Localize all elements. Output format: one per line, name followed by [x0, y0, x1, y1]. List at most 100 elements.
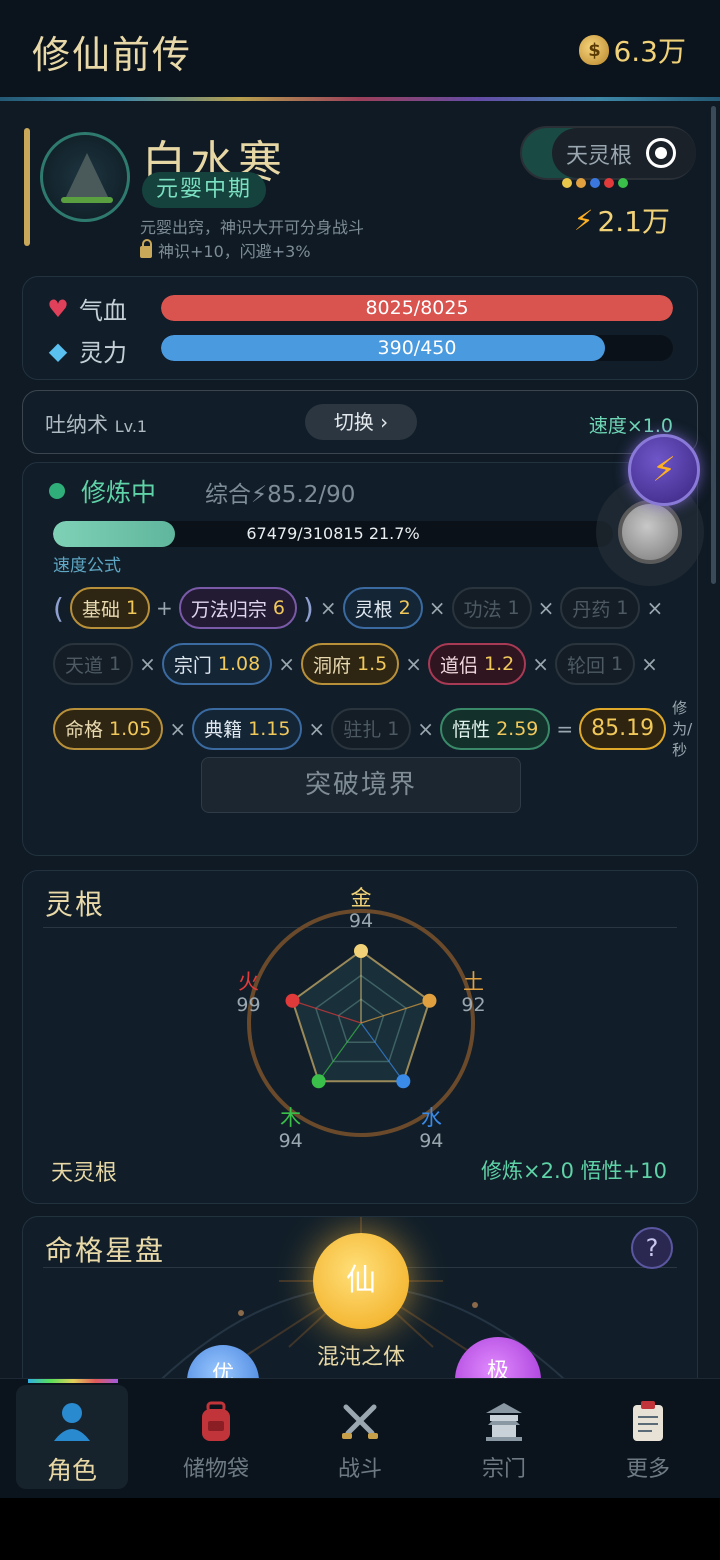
- factor-name: 灵根: [354, 598, 393, 621]
- factor-value: 2.59: [496, 717, 539, 740]
- formula-factor-pill[interactable]: 驻扎 1: [331, 707, 412, 750]
- hp-row: ♥ 气血: [43, 291, 127, 326]
- combat-power: ⚡ 2.1万: [574, 200, 670, 240]
- factor-value: 6: [272, 597, 285, 619]
- nav-tab[interactable]: 更多: [592, 1385, 704, 1489]
- formula-factor-pill[interactable]: 万法归宗 6: [178, 587, 297, 629]
- formula-factor-pill[interactable]: 典籍 1.15: [192, 707, 303, 750]
- cultivation-progress-bar: 67479/310815 21.7%: [53, 521, 613, 547]
- radar-point-木: [311, 1074, 326, 1089]
- temple-icon: [482, 1399, 526, 1443]
- lightning-fab-button[interactable]: ⚡: [628, 434, 700, 506]
- root-element-dots: [562, 178, 628, 188]
- nav-tab[interactable]: 储物袋: [160, 1385, 272, 1489]
- radar-element-value: 94: [279, 1130, 303, 1152]
- formula-factor-pill[interactable]: 宗门 1.08: [161, 643, 273, 685]
- formula-factor-pill[interactable]: 天道 1: [53, 643, 134, 685]
- mp-bar: 390/450: [161, 335, 673, 361]
- formula-factor-pill[interactable]: 道侣 1.2: [427, 643, 527, 685]
- technique-title: 吐纳术: [45, 413, 108, 437]
- factor-value: 1.08: [217, 653, 261, 675]
- cultivation-progress-text: 67479/310815 21.7%: [246, 524, 420, 543]
- factor-name: 天道: [65, 654, 104, 677]
- factor-name: 命格: [65, 719, 104, 741]
- backpack-icon: [194, 1399, 238, 1443]
- element-dot: [604, 178, 614, 188]
- target-icon[interactable]: [646, 138, 676, 168]
- formula-operator: (: [53, 591, 64, 625]
- cultivation-status: 修炼中: [81, 478, 157, 507]
- nav-tab[interactable]: 角色: [16, 1385, 128, 1489]
- formula-operator: ×: [641, 652, 658, 676]
- factor-value: 85.19: [591, 716, 655, 741]
- nav-tab[interactable]: 宗门: [448, 1385, 560, 1489]
- radar-point-水: [396, 1074, 411, 1089]
- formula-operator: ×: [428, 596, 446, 620]
- technique-panel: 吐纳术 Lv.1 切换 › 速度×1.0: [22, 390, 698, 454]
- switch-technique-button[interactable]: 切换 ›: [305, 404, 417, 440]
- formula-factor-pill[interactable]: 悟性 2.59: [440, 707, 551, 750]
- lock-icon: [140, 239, 152, 258]
- radar-element-value: 99: [236, 994, 260, 1016]
- element-dot: [590, 178, 600, 188]
- factor-name: 驻扎: [343, 719, 382, 741]
- heart-icon: ♥: [47, 294, 69, 323]
- formula-factor-pill[interactable]: 轮回 1: [554, 643, 636, 685]
- formula-factor-pill[interactable]: 基础 1: [69, 587, 151, 629]
- spirit-root-name: 天灵根: [51, 1161, 118, 1186]
- joystick-knob[interactable]: [618, 500, 682, 564]
- nav-tab[interactable]: 战斗: [304, 1385, 416, 1489]
- factor-value: 1: [507, 597, 520, 619]
- formula-factor-pill[interactable]: 洞府 1.5: [300, 643, 400, 685]
- spirit-root-label: 天灵根: [566, 144, 633, 169]
- radar-point-火: [285, 993, 300, 1008]
- radar-element-value: 94: [419, 1130, 443, 1152]
- factor-value: 1: [387, 717, 400, 740]
- stats-panel: ♥ 气血 8025/8025 ◆ 灵力 390/450: [22, 276, 698, 380]
- formula-factor-pill[interactable]: 丹药 1: [560, 587, 641, 629]
- realm-badge: 元婴中期: [142, 172, 267, 208]
- lightning-icon: ⚡: [652, 450, 676, 490]
- nav-tab-label: 储物袋: [182, 1457, 249, 1482]
- factor-name: 宗门: [173, 654, 212, 677]
- element-dot: [562, 178, 572, 188]
- element-dot: [618, 178, 628, 188]
- formula-factor-pill[interactable]: 85.19: [579, 707, 667, 750]
- spirit-root-panel: 灵根 金 94 土 92 水 94 木 94 火 99 天灵根 修炼×2.0 悟性+10: [22, 870, 698, 1204]
- breakthrough-button[interactable]: 突破境界: [201, 757, 521, 813]
- formula-operator: =: [556, 716, 574, 741]
- realm-bonus-text: 神识+10，闪避+3%: [158, 242, 311, 261]
- formula-operator: ×: [308, 716, 326, 741]
- formula-operator: ×: [405, 652, 422, 676]
- factor-value: 1: [610, 653, 624, 675]
- grass-decoration: [61, 197, 113, 203]
- money-bag-icon: $: [579, 35, 610, 65]
- status-indicator: [49, 483, 65, 499]
- formula-operator: ×: [278, 652, 295, 676]
- avatar[interactable]: [40, 132, 130, 222]
- radar-element-value: 94: [349, 910, 373, 932]
- help-button[interactable]: ?: [631, 1227, 673, 1269]
- factor-value: 1: [125, 597, 139, 619]
- factor-name: 万法归宗: [190, 598, 267, 621]
- immortal-star-node[interactable]: 仙: [313, 1233, 409, 1329]
- factor-value: 1.2: [483, 653, 515, 675]
- formula-factor-pill[interactable]: 功法 1: [451, 587, 532, 629]
- nav-tab-label: 战斗: [337, 1457, 382, 1482]
- radar-element-label: 木: [280, 1106, 301, 1130]
- hp-bar: 8025/8025: [161, 295, 673, 321]
- factor-value: 1: [109, 653, 122, 675]
- factor-name: 功法: [463, 598, 502, 621]
- formula-operator: ×: [139, 652, 156, 676]
- radar-element-label: 土: [463, 970, 484, 994]
- formula-factor-pill[interactable]: 命格 1.05: [53, 707, 164, 750]
- formula-operator: ×: [532, 652, 549, 676]
- factor-name: 轮回: [566, 654, 605, 677]
- factor-value: 1.05: [109, 717, 152, 740]
- formula-factor-pill[interactable]: 灵根 2: [342, 587, 423, 629]
- scrollbar[interactable]: [711, 106, 716, 584]
- hp-value: 8025/8025: [365, 297, 469, 319]
- technique-level: Lv.1: [114, 417, 148, 436]
- factor-value: 1.15: [248, 717, 291, 740]
- formula-operator: ×: [537, 596, 555, 620]
